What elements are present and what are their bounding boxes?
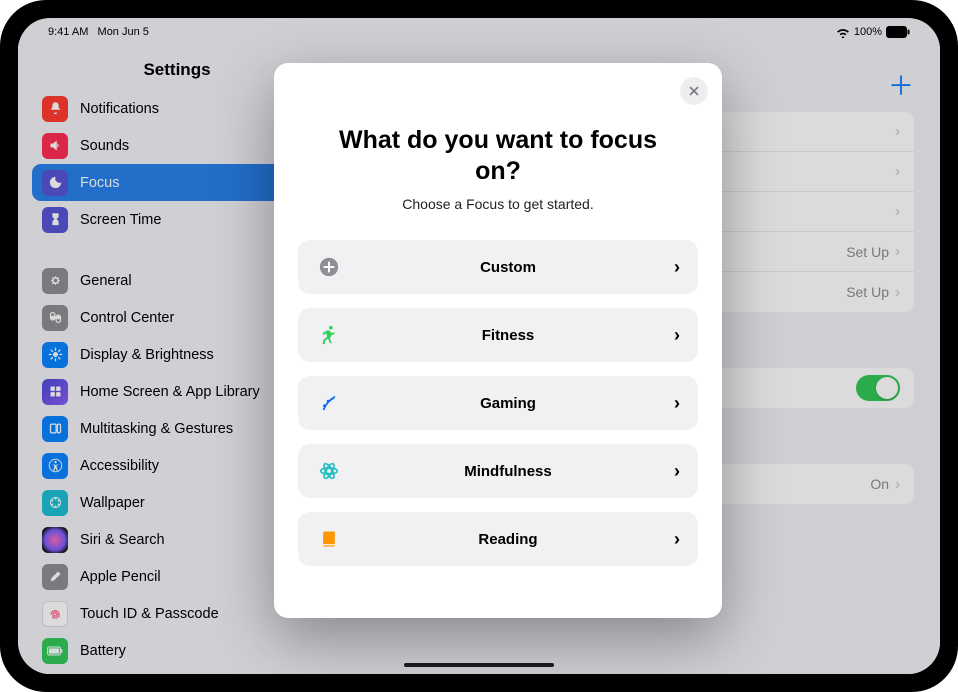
modal-subtitle: Choose a Focus to get started.	[298, 196, 698, 212]
chevron-right-icon: ›	[674, 257, 680, 278]
plus-circle-icon	[316, 254, 342, 280]
close-icon	[688, 85, 700, 97]
option-label: Reading	[342, 531, 674, 548]
focus-option-reading[interactable]: Reading ›	[298, 512, 698, 566]
close-button[interactable]	[680, 77, 708, 105]
chevron-right-icon: ›	[674, 461, 680, 482]
gaming-icon	[316, 390, 342, 416]
screen: 9:41 AM Mon Jun 5 100% Settings	[18, 18, 940, 674]
option-label: Custom	[342, 259, 674, 276]
focus-picker-modal: What do you want to focus on? Choose a F…	[274, 63, 722, 618]
mindfulness-icon	[316, 458, 342, 484]
chevron-right-icon: ›	[674, 529, 680, 550]
option-label: Gaming	[342, 395, 674, 412]
option-label: Fitness	[342, 327, 674, 344]
focus-option-mindfulness[interactable]: Mindfulness ›	[298, 444, 698, 498]
modal-title: What do you want to focus on?	[328, 125, 668, 186]
focus-option-custom[interactable]: Custom ›	[298, 240, 698, 294]
option-label: Mindfulness	[342, 463, 674, 480]
device-frame: 9:41 AM Mon Jun 5 100% Settings	[0, 0, 958, 692]
reading-icon	[316, 526, 342, 552]
fitness-icon	[316, 322, 342, 348]
chevron-right-icon: ›	[674, 325, 680, 346]
home-indicator[interactable]	[404, 663, 554, 668]
option-list: Custom › Fitness › Gaming ›	[298, 240, 698, 566]
chevron-right-icon: ›	[674, 393, 680, 414]
focus-option-gaming[interactable]: Gaming ›	[298, 376, 698, 430]
focus-option-fitness[interactable]: Fitness ›	[298, 308, 698, 362]
